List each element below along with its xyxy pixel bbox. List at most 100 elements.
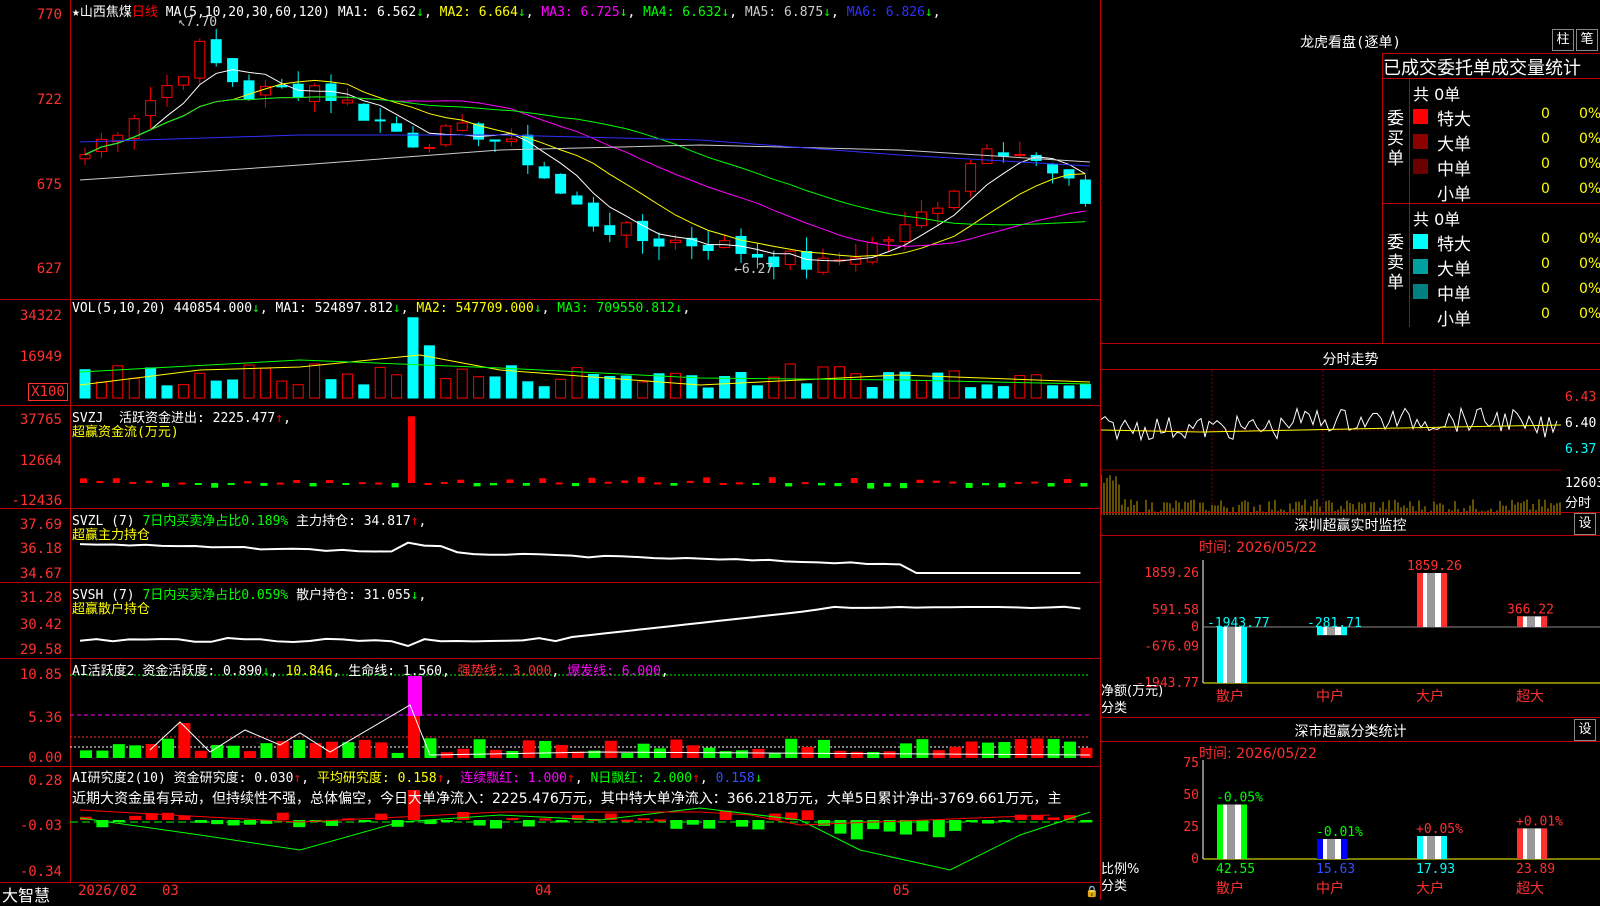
bar-shade	[1327, 838, 1335, 859]
candle-body	[784, 250, 796, 266]
longhu-title: 龙虎看盘(逐单)	[1300, 35, 1401, 51]
intraday-chart[interactable]	[1101, 370, 1600, 515]
research-bar	[1014, 814, 1027, 820]
candle-body	[997, 152, 1009, 157]
candle-body	[751, 253, 763, 258]
row-percent: 0%	[1579, 306, 1600, 322]
ma-line	[84, 69, 1086, 262]
candle-body	[719, 240, 731, 249]
flow-bar	[506, 479, 514, 483]
research-bar	[752, 820, 765, 830]
chart-canvas[interactable]	[0, 0, 1100, 900]
volume-bar	[768, 376, 780, 399]
svsh-axis-label: 31.28	[19, 590, 62, 606]
flow-bar	[211, 483, 219, 488]
tab-volume-stats[interactable]: 成交量统计	[1491, 58, 1581, 78]
lock-icon[interactable]: 🔒	[1085, 885, 1099, 898]
classify-value-label: 17.93	[1416, 862, 1455, 877]
volume-bar	[997, 386, 1009, 399]
bar-edge	[1541, 828, 1547, 859]
volume-bar	[341, 373, 353, 399]
activity-bar	[768, 752, 781, 758]
candle-body	[571, 195, 583, 205]
bar-edge	[1341, 838, 1347, 859]
monitor-axis-tick: -676.09	[1144, 639, 1199, 654]
ai-research-axis-label: -0.34	[19, 864, 62, 880]
candle-body	[79, 154, 91, 160]
row-percent: 0%	[1579, 231, 1600, 247]
activity-bar	[654, 748, 666, 758]
bar-view-button[interactable]: 柱	[1552, 29, 1574, 51]
row-label: 大单	[1437, 135, 1471, 155]
row-percent: 0%	[1579, 131, 1600, 147]
flow-bar	[342, 483, 350, 485]
activity-bar	[965, 741, 978, 758]
flow-bar	[358, 482, 366, 485]
monitor-settings-button[interactable]: 设	[1574, 513, 1596, 535]
period-label[interactable]: 日线	[132, 5, 158, 20]
volume-bar	[719, 376, 731, 399]
candle-body	[965, 163, 977, 192]
price-line	[1101, 406, 1558, 442]
ma-value: MA6: 6.826↓	[838, 5, 933, 20]
activity-bar	[112, 744, 125, 758]
order-stat-row: 大单 0 0%	[1413, 130, 1600, 155]
monitor-bar	[1417, 573, 1447, 627]
flow-bar	[112, 478, 120, 483]
tab-traded[interactable]: 已成交	[1383, 58, 1437, 78]
ai-research-axis-label: 0.28	[28, 773, 62, 789]
research-bar	[998, 820, 1011, 822]
research-bar	[522, 820, 535, 827]
intraday-divider	[1101, 343, 1600, 344]
activity-bar	[96, 750, 109, 758]
classify-settings-button[interactable]: 设	[1574, 719, 1596, 741]
flow-bar	[457, 479, 465, 483]
research-bar	[621, 819, 634, 822]
activity-bar	[916, 739, 929, 758]
row-color-swatch	[1413, 184, 1428, 199]
flow-bar	[1031, 481, 1039, 484]
activity-bar	[883, 751, 896, 758]
classify-change-label: -0.05%	[1216, 791, 1263, 806]
research-bar	[932, 820, 945, 838]
row-count: 0	[1541, 156, 1550, 172]
monitor-axis-tick: 0	[1191, 620, 1199, 635]
ma-line	[84, 96, 1086, 247]
flow-bar	[932, 480, 940, 483]
svsh-subtitle: 超赢散户持仓	[72, 602, 151, 617]
row-color-swatch	[1413, 309, 1428, 324]
intraday-axis-label: 6.43	[1565, 390, 1597, 405]
svzl-axis-label: 36.18	[19, 541, 62, 557]
flow-bar	[80, 478, 87, 483]
volume-bar	[227, 379, 239, 399]
ma-line	[84, 79, 1086, 257]
volume-bar	[866, 387, 878, 399]
tick-view-button[interactable]: 笔	[1576, 29, 1598, 51]
volume-bar	[702, 387, 714, 399]
flow-bar	[326, 480, 333, 483]
volume-bar	[145, 367, 157, 399]
research-bar	[276, 812, 289, 820]
brand-logo: 大智慧	[2, 886, 51, 905]
candle-body	[653, 238, 665, 247]
research-bar	[194, 820, 207, 823]
classify-category-label: 超大	[1516, 881, 1544, 897]
classify-category-label: 散户	[1216, 880, 1244, 897]
volume-bar	[1063, 385, 1075, 399]
bar-edge	[1241, 627, 1247, 683]
volume-bar	[801, 383, 813, 399]
favorite-star-icon[interactable]: ★	[72, 5, 80, 20]
intraday-vol-label: 12603	[1565, 476, 1600, 491]
volume-bar	[292, 384, 304, 399]
burst-bar	[408, 676, 422, 716]
volume-bar	[259, 367, 271, 399]
activity-bar	[621, 752, 634, 758]
right-panel: 龙虎看盘(逐单) 柱 笔 已成交委托单成交量统计 委买单 委卖单 共 0单 共 …	[1101, 0, 1600, 900]
classify-value-label: 23.89	[1516, 862, 1555, 877]
row-color-swatch	[1413, 109, 1428, 124]
order-stat-row: 特大 0 0%	[1413, 230, 1600, 255]
activity-bar	[408, 713, 420, 758]
monitor-xlabel: 分类	[1101, 701, 1128, 716]
vol-unit-button[interactable]: X100	[28, 383, 68, 401]
tab-orders[interactable]: 委托单	[1437, 58, 1491, 78]
